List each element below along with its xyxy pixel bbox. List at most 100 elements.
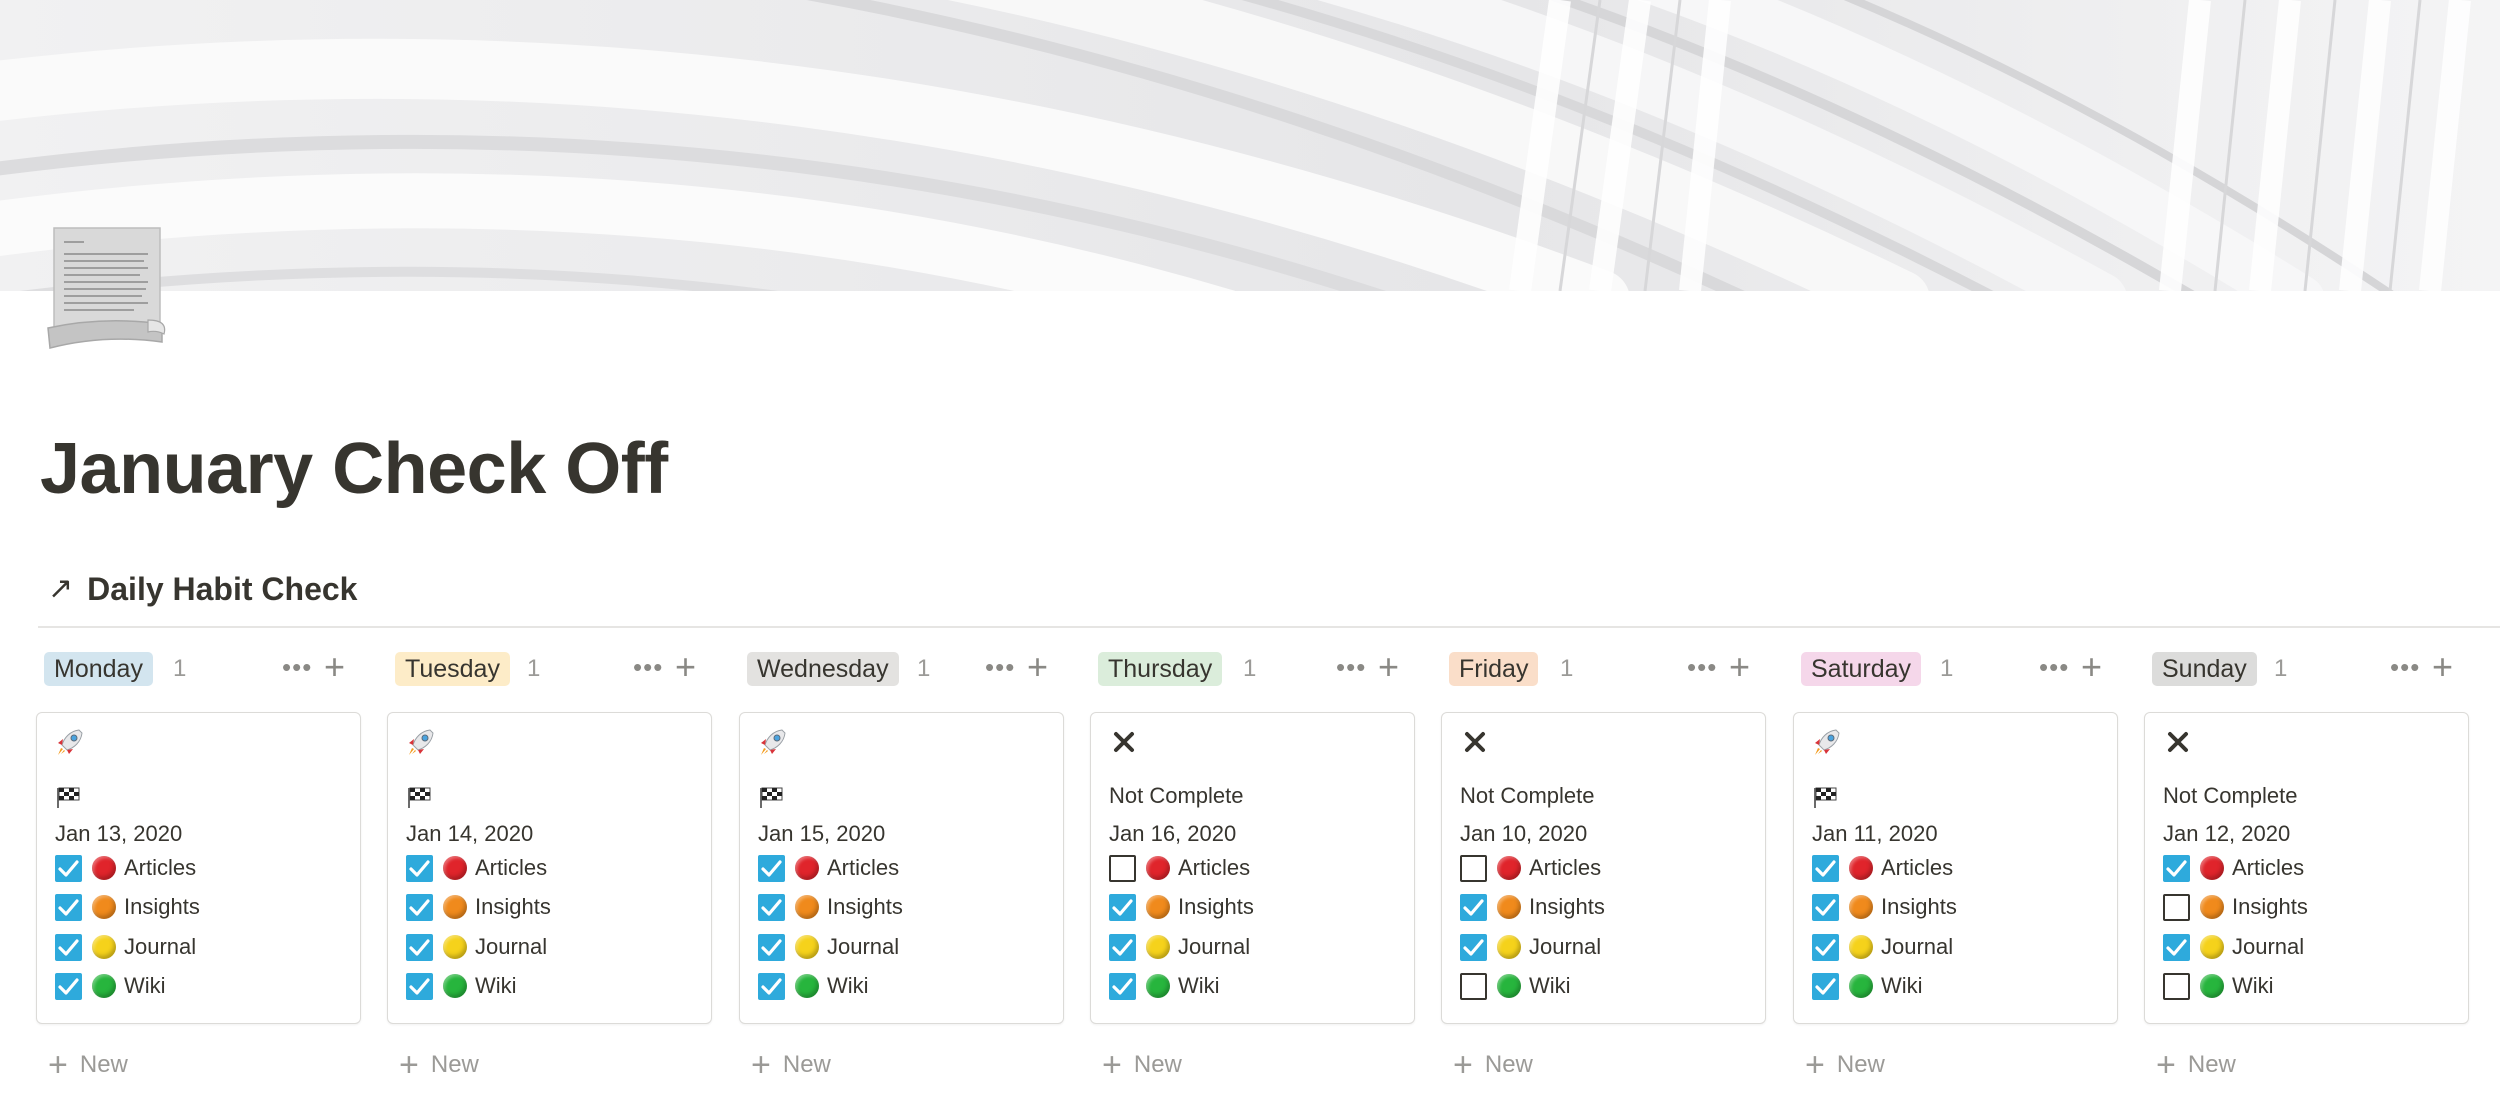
column-count: 1 [173, 655, 187, 682]
checked-checkbox[interactable] [55, 933, 82, 961]
checked-checkbox[interactable] [1812, 893, 1839, 921]
checkered-flag-icon [57, 787, 80, 808]
checked-checkbox[interactable] [758, 893, 785, 921]
checked-checkbox[interactable] [1109, 933, 1136, 961]
board-card[interactable]: Not Complete Jan 16, 2020 Articles Insights… [1090, 712, 1415, 1024]
checked-checkbox[interactable] [758, 854, 785, 882]
checkered-flag-icon [408, 787, 431, 808]
new-card-button[interactable]: + New [751, 1048, 831, 1082]
checked-checkbox[interactable] [2163, 854, 2190, 882]
habit-row-journal: Journal [2163, 932, 2304, 962]
checked-checkbox[interactable] [2163, 933, 2190, 961]
board-card[interactable]: Not Complete Jan 12, 2020 Articles Insights… [2144, 712, 2469, 1024]
checkmark-icon [58, 977, 79, 995]
checked-checkbox[interactable] [406, 933, 433, 961]
add-card-icon[interactable]: + [2432, 649, 2453, 685]
checked-checkbox[interactable] [1812, 854, 1839, 882]
more-options-icon[interactable]: ••• [2039, 652, 2069, 682]
database-title[interactable]: Daily Habit Check [87, 571, 357, 608]
new-card-button[interactable]: + New [1102, 1048, 1182, 1082]
more-options-icon[interactable]: ••• [1687, 652, 1717, 682]
cross-icon [1465, 732, 1485, 752]
colored-circle-icon [443, 895, 467, 919]
more-options-icon[interactable]: ••• [282, 652, 312, 682]
habit-row-journal: Journal [55, 932, 196, 962]
add-card-icon[interactable]: + [1378, 649, 1399, 685]
colored-circle-icon [443, 935, 467, 959]
more-options-icon[interactable]: ••• [2390, 652, 2420, 682]
checked-checkbox[interactable] [55, 972, 82, 1000]
new-card-button[interactable]: + New [1805, 1048, 1885, 1082]
colored-circle-icon [2200, 974, 2224, 998]
habit-row-insights: Insights [1109, 892, 1254, 922]
board-card[interactable]: Jan 14, 2020 Articles Insights Journal Wiki [387, 712, 712, 1024]
habit-label: Wiki [1178, 973, 1220, 998]
new-card-button[interactable]: + New [1453, 1048, 1533, 1082]
board-card[interactable]: Jan 15, 2020 Articles Insights Journal Wiki [739, 712, 1064, 1024]
add-card-icon[interactable]: + [1729, 649, 1750, 685]
new-card-button[interactable]: + New [399, 1048, 479, 1082]
unchecked-checkbox[interactable] [1460, 854, 1487, 882]
colored-circle-icon [795, 935, 819, 959]
unchecked-checkbox[interactable] [2163, 893, 2190, 921]
habit-row-articles: Articles [55, 853, 196, 883]
board-view: Monday 1 ••• + Jan 13, 2020 Articles Insights J… [36, 646, 2500, 1111]
colored-circle-icon [1849, 856, 1873, 880]
board-card[interactable]: Jan 11, 2020 Articles Insights Journal Wiki [1793, 712, 2118, 1024]
more-options-icon[interactable]: ••• [1336, 652, 1366, 682]
checked-checkbox[interactable] [1109, 972, 1136, 1000]
checked-checkbox[interactable] [406, 893, 433, 921]
board-card[interactable]: Not Complete Jan 10, 2020 Articles Insights… [1441, 712, 1766, 1024]
column-group-tag[interactable]: Sunday [2152, 652, 2257, 686]
page-cover[interactable] [0, 0, 2500, 291]
checked-checkbox[interactable] [1812, 933, 1839, 961]
checked-checkbox[interactable] [406, 972, 433, 1000]
linked-database-header[interactable]: ↗ Daily Habit Check [48, 566, 357, 612]
new-card-button[interactable]: + New [2156, 1048, 2236, 1082]
colored-circle-icon [443, 856, 467, 880]
column-group-tag[interactable]: Friday [1449, 652, 1539, 686]
habit-row-journal: Journal [758, 932, 899, 962]
plus-icon: + [399, 1046, 419, 1084]
more-options-icon[interactable]: ••• [633, 652, 663, 682]
unchecked-checkbox[interactable] [1109, 854, 1136, 882]
checked-checkbox[interactable] [758, 933, 785, 961]
column-group-tag[interactable]: Wednesday [747, 652, 899, 686]
checkmark-icon [58, 898, 79, 916]
colored-circle-icon [1497, 935, 1521, 959]
new-label: New [79, 1051, 128, 1078]
add-card-icon[interactable]: + [1027, 649, 1048, 685]
habit-label: Wiki [124, 973, 166, 998]
page-title[interactable]: January Check Off [40, 428, 668, 510]
checked-checkbox[interactable] [55, 893, 82, 921]
add-card-icon[interactable]: + [675, 649, 696, 685]
checked-checkbox[interactable] [1812, 972, 1839, 1000]
checked-checkbox[interactable] [1460, 893, 1487, 921]
more-options-icon[interactable]: ••• [985, 652, 1015, 682]
habit-label: Journal [1881, 934, 1954, 959]
page-icon[interactable] [44, 224, 174, 354]
add-card-icon[interactable]: + [2081, 649, 2102, 685]
checked-checkbox[interactable] [1460, 933, 1487, 961]
checked-checkbox[interactable] [758, 972, 785, 1000]
column-group-tag[interactable]: Saturday [1801, 652, 1922, 686]
checked-checkbox[interactable] [406, 854, 433, 882]
add-card-icon[interactable]: + [324, 649, 345, 685]
paper-scroll-icon [47, 227, 166, 349]
habit-label: Articles [827, 855, 900, 880]
board-card[interactable]: Jan 13, 2020 Articles Insights Journal Wiki [36, 712, 361, 1024]
unchecked-checkbox[interactable] [1460, 972, 1487, 1000]
column-group-tag[interactable]: Monday [44, 652, 153, 686]
checkmark-icon [58, 859, 79, 877]
checked-checkbox[interactable] [55, 854, 82, 882]
column-group-tag[interactable]: Thursday [1098, 652, 1223, 686]
habit-row-journal: Journal [1109, 932, 1250, 962]
rocket-icon [761, 729, 786, 755]
habit-label: Articles [1178, 855, 1251, 880]
unchecked-checkbox[interactable] [2163, 972, 2190, 1000]
new-card-button[interactable]: + New [48, 1048, 128, 1082]
checked-checkbox[interactable] [1109, 893, 1136, 921]
habit-label: Insights [124, 894, 200, 919]
habit-row-insights: Insights [1812, 892, 1957, 922]
column-group-tag[interactable]: Tuesday [395, 652, 510, 686]
